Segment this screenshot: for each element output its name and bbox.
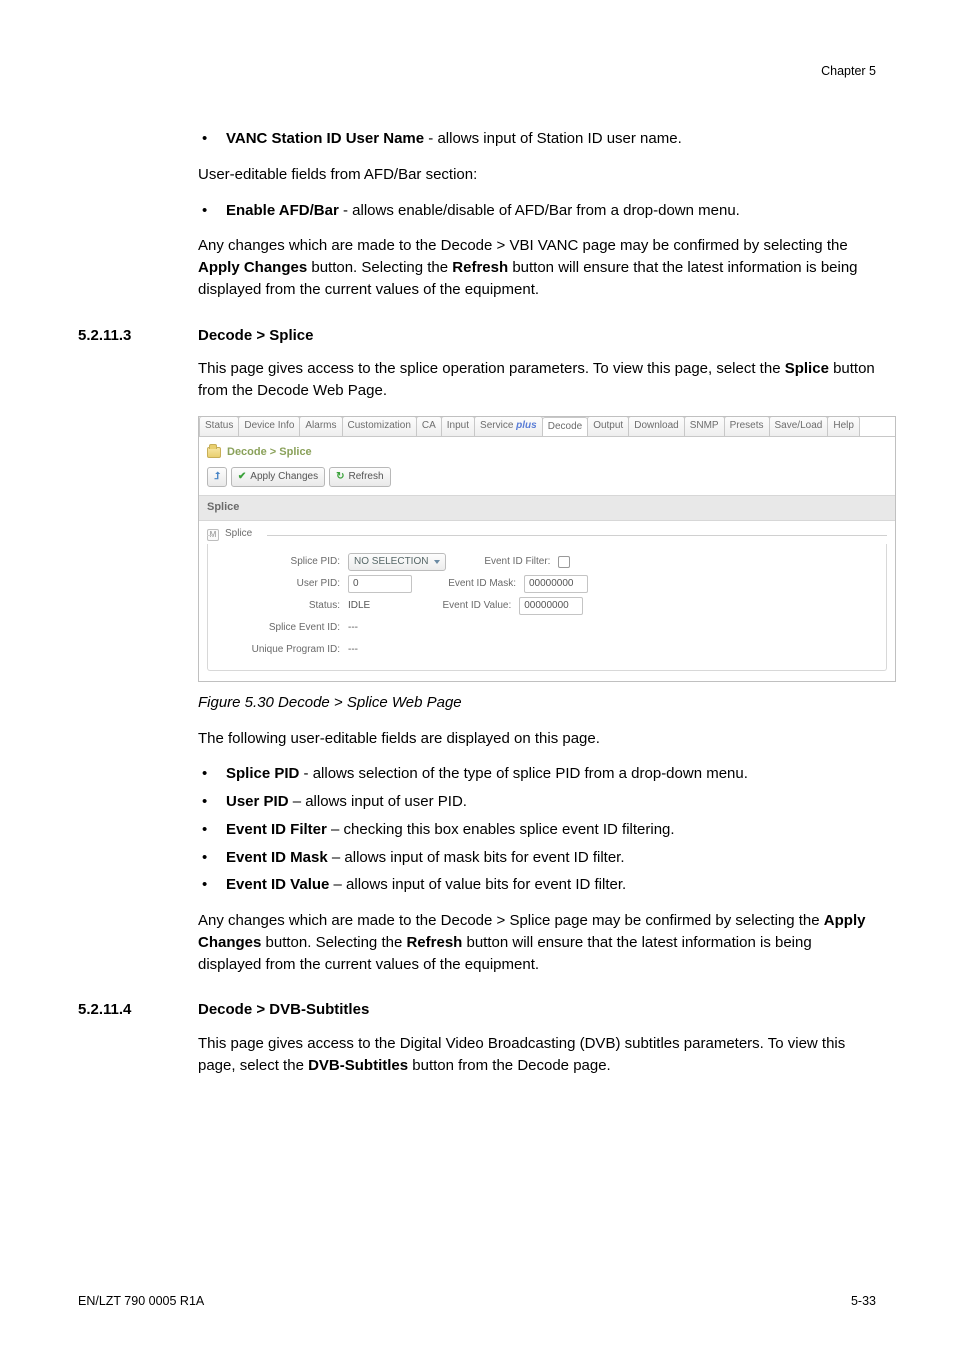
bullet-vanc-rest: - allows input of Station ID user name. xyxy=(424,130,682,147)
group-header: M Splice xyxy=(207,527,887,542)
breadcrumb-text: Decode > Splice xyxy=(227,445,312,461)
user-pid-label: User PID: xyxy=(218,577,340,592)
vbi-outro: Any changes which are made to the Decode… xyxy=(198,235,876,300)
tab-snmp[interactable]: SNMP xyxy=(684,417,725,436)
splice-intro: This page gives access to the splice ope… xyxy=(198,358,876,402)
figure-caption: Figure 5.30 Decode > Splice Web Page xyxy=(198,692,876,714)
event-id-filter-label: Event ID Filter: xyxy=(454,555,550,570)
tab-customization[interactable]: Customization xyxy=(342,417,417,436)
bullet-vanc-bold: VANC Station ID User Name xyxy=(226,130,424,147)
up-button[interactable]: ⮥ xyxy=(207,467,227,488)
tab-strip: Status Device Info Alarms Customization … xyxy=(199,417,895,437)
chapter-label: Chapter 5 xyxy=(78,62,876,80)
heading-title-dvb: Decode > DVB-Subtitles xyxy=(198,999,369,1021)
splice-pid-label: Splice PID: xyxy=(218,555,340,570)
event-id-mask-label: Event ID Mask: xyxy=(420,577,516,592)
tab-alarms[interactable]: Alarms xyxy=(299,417,342,436)
splice-outro: Any changes which are made to the Decode… xyxy=(198,910,876,975)
folder-icon xyxy=(207,447,221,458)
unique-program-id-label: Unique Program ID: xyxy=(218,643,340,658)
heading-title-splice: Decode > Splice xyxy=(198,325,313,347)
check-icon: ✔ xyxy=(238,470,246,485)
bullet-user-pid: User PID – allows input of user PID. xyxy=(198,791,876,813)
bullet-event-id-filter: Event ID Filter – checking this box enab… xyxy=(198,819,876,841)
tab-output[interactable]: Output xyxy=(587,417,629,436)
screenshot-decode-splice: Status Device Info Alarms Customization … xyxy=(198,416,896,682)
breadcrumb: Decode > Splice xyxy=(199,437,895,467)
apply-changes-button[interactable]: ✔ Apply Changes xyxy=(231,467,325,488)
section-title: Splice xyxy=(199,495,895,521)
tab-help[interactable]: Help xyxy=(827,417,860,436)
heading-num-52114: 5.2.11.4 xyxy=(78,999,198,1021)
tab-service-plus[interactable]: Service plus xyxy=(474,417,543,436)
tab-input[interactable]: Input xyxy=(441,417,475,436)
tab-status[interactable]: Status xyxy=(199,417,239,436)
tab-device-info[interactable]: Device Info xyxy=(238,417,300,436)
afd-intro: User-editable fields from AFD/Bar sectio… xyxy=(198,164,876,186)
unique-program-id-value: --- xyxy=(348,643,358,658)
splice-event-id-label: Splice Event ID: xyxy=(218,621,340,636)
tab-download[interactable]: Download xyxy=(628,417,684,436)
bullet-event-id-mask: Event ID Mask – allows input of mask bit… xyxy=(198,847,876,869)
tab-decode[interactable]: Decode xyxy=(542,417,588,437)
status-label: Status: xyxy=(218,599,340,614)
bullet-afd-bold: Enable AFD/Bar xyxy=(226,202,339,219)
splice-event-id-value: --- xyxy=(348,621,358,636)
group-body: Splice PID: NO SELECTION Event ID Filter… xyxy=(207,544,887,671)
group-title: Splice xyxy=(225,527,252,542)
status-value: IDLE xyxy=(348,599,370,614)
bullet-afd-rest: - allows enable/disable of AFD/Bar from … xyxy=(339,202,740,219)
bullet-event-id-value: Event ID Value – allows input of value b… xyxy=(198,874,876,896)
user-pid-input[interactable]: 0 xyxy=(348,575,412,594)
refresh-icon: ↻ xyxy=(336,470,344,485)
dvb-intro: This page gives access to the Digital Vi… xyxy=(198,1033,876,1077)
event-id-value-label: Event ID Value: xyxy=(415,599,511,614)
event-id-value-input[interactable]: 00000000 xyxy=(519,597,583,616)
toolbar: ⮥ ✔ Apply Changes ↻ Refresh xyxy=(199,467,895,496)
footer-right: 5-33 xyxy=(851,1292,876,1310)
bullet-afd: Enable AFD/Bar - allows enable/disable o… xyxy=(198,200,876,222)
apply-changes-label: Apply Changes xyxy=(250,470,318,485)
footer-left: EN/LZT 790 0005 R1A xyxy=(78,1292,204,1310)
refresh-label: Refresh xyxy=(349,470,384,485)
tab-save-load[interactable]: Save/Load xyxy=(769,417,829,436)
tab-ca[interactable]: CA xyxy=(416,417,442,436)
bullet-vanc: VANC Station ID User Name - allows input… xyxy=(198,128,876,150)
splice-fields-intro: The following user-editable fields are d… xyxy=(198,728,876,750)
up-arrow-icon: ⮥ xyxy=(214,470,220,485)
splice-pid-dropdown[interactable]: NO SELECTION xyxy=(348,553,446,572)
chevron-down-icon xyxy=(434,560,440,564)
event-id-filter-checkbox[interactable] xyxy=(558,556,570,568)
heading-num-52113: 5.2.11.3 xyxy=(78,325,198,347)
event-id-mask-input[interactable]: 00000000 xyxy=(524,575,588,594)
tab-presets[interactable]: Presets xyxy=(724,417,770,436)
refresh-button[interactable]: ↻ Refresh xyxy=(329,467,390,488)
collapse-toggle[interactable]: M xyxy=(207,529,219,541)
bullet-splice-pid: Splice PID - allows selection of the typ… xyxy=(198,763,876,785)
